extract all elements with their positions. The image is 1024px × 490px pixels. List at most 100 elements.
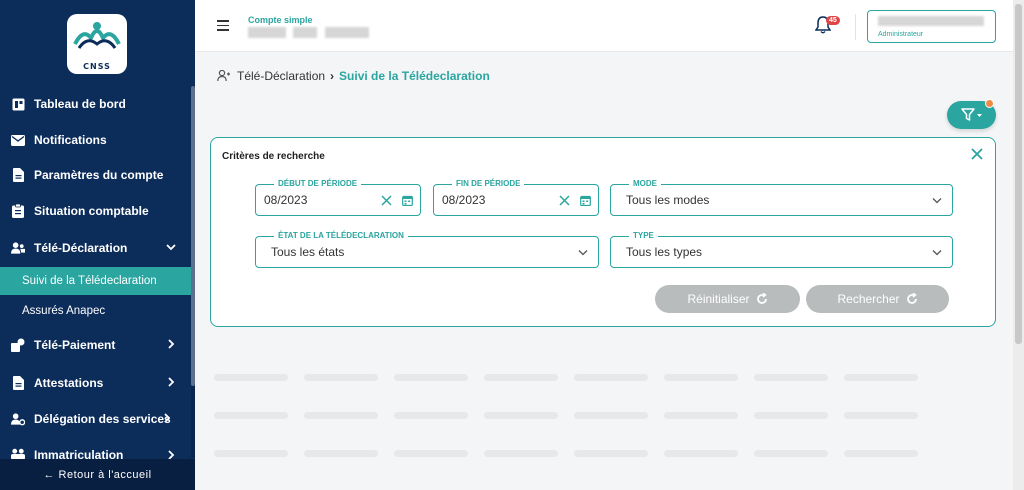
declaration-state-label: État de la télédeclaration: [274, 231, 408, 240]
page-scrollbar[interactable]: [1013, 0, 1024, 490]
sidebar-item-accounting[interactable]: Situation comptable: [0, 196, 191, 226]
clear-icon[interactable]: [559, 195, 570, 206]
refresh-icon: [756, 293, 767, 304]
account-type-label: Compte simple: [248, 15, 313, 25]
users-icon: [11, 447, 25, 459]
calendar-icon[interactable]: [580, 195, 591, 206]
skeleton-bar: [394, 450, 468, 457]
skeleton-bar: [664, 450, 738, 457]
search-criteria-panel: Critères de recherche Début de période 0…: [210, 137, 996, 327]
skeleton-bar: [484, 374, 558, 381]
sidebar-item-label: Notifications: [34, 133, 107, 147]
skeleton-bar: [754, 412, 828, 419]
sidebar-item-label: Tableau de bord: [34, 97, 126, 111]
skeleton-bar: [754, 374, 828, 381]
skeleton-bar: [304, 374, 378, 381]
return-home-link[interactable]: ← Retour à l'accueil: [0, 459, 195, 490]
envelope-icon: [11, 133, 25, 147]
sidebar-item-dashboard[interactable]: Tableau de bord: [0, 89, 191, 119]
calendar-icon[interactable]: [402, 195, 413, 206]
cnss-logo: CNSS: [67, 14, 127, 74]
skeleton-bar: [304, 450, 378, 457]
sidebar-scroll-thumb[interactable]: [191, 86, 195, 386]
user-group-icon: [217, 70, 230, 82]
refresh-icon: [906, 293, 917, 304]
skeleton-bar: [394, 412, 468, 419]
hamburger-menu-icon[interactable]: [217, 20, 229, 31]
breadcrumb-parent[interactable]: Télé-Déclaration: [237, 69, 325, 83]
sidebar-subitem-assures-anapec[interactable]: Assurés Anapec: [0, 297, 191, 325]
sidebar-item-label: Attestations: [34, 376, 104, 390]
reset-button-label: Réinitialiser: [687, 292, 750, 306]
filter-icon: [960, 108, 982, 121]
end-period-label: Fin de période: [452, 179, 525, 188]
page-scrollbar-thumb[interactable]: [1015, 4, 1022, 344]
end-period-field[interactable]: Fin de période 08/2023: [433, 179, 599, 216]
type-select[interactable]: Type Tous les types: [610, 231, 953, 268]
sidebar-item-label: Immatriculation: [34, 448, 124, 459]
end-period-value: 08/2023: [442, 193, 486, 207]
user-role-label: Administrateur: [878, 31, 924, 38]
sidebar: CNSS Tableau de bord Notifications Param…: [0, 0, 195, 490]
document-icon: [11, 376, 25, 390]
skeleton-bar: [574, 450, 648, 457]
sidebar-item-delegation[interactable]: Délégation des services: [0, 404, 191, 434]
sidebar-item-label: Paramètres du compte: [34, 168, 164, 182]
user-menu[interactable]: Administrateur: [867, 10, 996, 43]
dashboard-icon: [11, 97, 25, 111]
start-period-field[interactable]: Début de période 08/2023: [255, 179, 421, 216]
sidebar-item-tele-declaration[interactable]: Télé-Déclaration: [0, 233, 191, 263]
search-button[interactable]: Rechercher: [806, 285, 949, 313]
skeleton-bar: [484, 450, 558, 457]
sidebar-item-label: Télé-Déclaration: [34, 241, 128, 255]
chevron-right-icon: [168, 339, 175, 349]
chevron-down-icon: [932, 198, 942, 204]
mode-select[interactable]: Mode Tous les modes: [610, 179, 953, 216]
document-icon: [11, 168, 25, 182]
skeleton-bar: [394, 374, 468, 381]
chevron-right-icon: [168, 450, 175, 459]
redacted-account-name: [325, 27, 369, 38]
chevron-down-icon: [578, 250, 588, 256]
notification-count-badge: 45: [826, 16, 840, 25]
redacted-user-name: [878, 16, 984, 26]
skeleton-bar: [484, 412, 558, 419]
skeleton-bar: [844, 412, 918, 419]
start-period-value: 08/2023: [264, 193, 308, 207]
sidebar-item-account-settings[interactable]: Paramètres du compte: [0, 160, 191, 190]
mode-value: Tous les modes: [626, 193, 710, 207]
panel-title: Critères de recherche: [222, 151, 325, 162]
redacted-account-name: [293, 27, 317, 38]
declaration-state-value: Tous les états: [271, 245, 345, 259]
skeleton-bar: [574, 412, 648, 419]
redacted-account-name: [248, 27, 286, 38]
sidebar-subitem-label: Suivi de la Télédeclaration: [22, 275, 157, 287]
declaration-state-select[interactable]: État de la télédeclaration Tous les état…: [255, 231, 599, 268]
mode-label: Mode: [629, 179, 661, 188]
breadcrumb: Télé-Déclaration › Suivi de la Télédecla…: [217, 69, 490, 83]
sidebar-subitem-label: Assurés Anapec: [22, 305, 106, 317]
type-label: Type: [629, 231, 658, 240]
active-filter-indicator: [985, 99, 994, 108]
logo-wordmark: CNSS: [83, 62, 111, 71]
search-button-label: Rechercher: [837, 292, 900, 306]
close-icon[interactable]: [971, 148, 983, 160]
coins-icon: [11, 338, 25, 352]
sidebar-subitem-suivi-teledeclaration[interactable]: Suivi de la Télédeclaration: [0, 267, 191, 295]
clear-icon[interactable]: [381, 195, 392, 206]
sidebar-item-label: Délégation des services: [34, 412, 171, 426]
sidebar-item-notifications[interactable]: Notifications: [0, 125, 191, 155]
chevron-right-icon: [164, 413, 171, 423]
top-header: Compte simple 45 Administrateur: [195, 0, 1013, 52]
sidebar-item-tele-paiement[interactable]: Télé-Paiement: [0, 330, 191, 360]
skeleton-bar: [664, 374, 738, 381]
skeleton-bar: [304, 412, 378, 419]
reset-button[interactable]: Réinitialiser: [655, 285, 800, 313]
type-value: Tous les types: [626, 245, 703, 259]
sidebar-item-attestations[interactable]: Attestations: [0, 368, 191, 398]
breadcrumb-current: Suivi de la Télédeclaration: [339, 69, 490, 83]
sidebar-item-immatriculation[interactable]: Immatriculation: [0, 441, 191, 459]
start-period-label: Début de période: [274, 179, 362, 188]
return-home-label: ← Retour à l'accueil: [43, 468, 152, 481]
header-divider: [855, 14, 856, 40]
